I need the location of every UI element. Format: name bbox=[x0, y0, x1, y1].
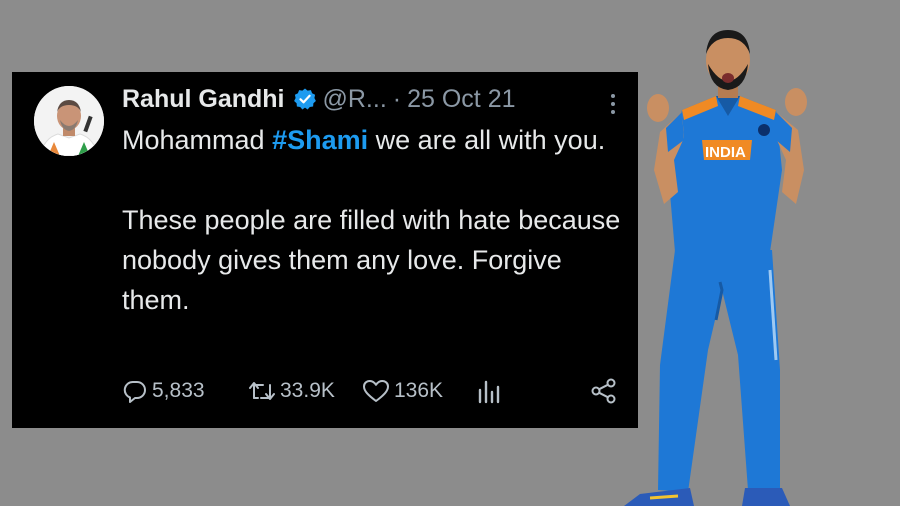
reply-button[interactable]: 5,833 bbox=[122, 374, 205, 408]
like-icon bbox=[363, 380, 389, 402]
tweet-text: Mohammad #Shami we are all with you. The… bbox=[122, 120, 622, 320]
tweet-card[interactable]: Rahul Gandhi @R... · 25 Oct 21 Mohammad … bbox=[12, 72, 638, 428]
text-prefix: Mohammad bbox=[122, 125, 273, 155]
tweet-header: Rahul Gandhi @R... · 25 Oct 21 bbox=[122, 84, 622, 114]
action-bar: 5,833 33.9K 136K bbox=[122, 374, 622, 408]
more-icon[interactable] bbox=[608, 92, 618, 116]
author-handle[interactable]: @R... bbox=[323, 85, 387, 114]
author-name[interactable]: Rahul Gandhi bbox=[122, 85, 285, 114]
retweet-icon bbox=[249, 382, 275, 400]
author-avatar[interactable] bbox=[34, 86, 104, 156]
tweet-date[interactable]: 25 Oct 21 bbox=[407, 85, 515, 114]
views-icon bbox=[478, 380, 500, 404]
share-icon bbox=[591, 378, 616, 404]
cricketer-photo: INDIA bbox=[624, 30, 807, 506]
separator-dot: · bbox=[392, 84, 402, 113]
views-button[interactable] bbox=[476, 374, 502, 408]
tweet-paragraph-2: These people are filled with hate becaus… bbox=[122, 205, 621, 315]
jersey-text: INDIA bbox=[705, 144, 746, 161]
retweet-count: 33.9K bbox=[280, 379, 335, 402]
text-suffix: we are all with you. bbox=[368, 125, 606, 155]
share-button[interactable] bbox=[590, 374, 618, 408]
reply-count: 5,833 bbox=[152, 379, 205, 402]
tweet-paragraph-1: Mohammad #Shami we are all with you. bbox=[122, 120, 622, 160]
like-count: 136K bbox=[394, 379, 444, 402]
verified-icon bbox=[293, 87, 317, 111]
hashtag-link[interactable]: #Shami bbox=[272, 125, 368, 155]
retweet-button[interactable]: 33.9K bbox=[248, 374, 335, 408]
reply-icon bbox=[123, 380, 146, 403]
like-button[interactable]: 136K bbox=[362, 374, 443, 408]
